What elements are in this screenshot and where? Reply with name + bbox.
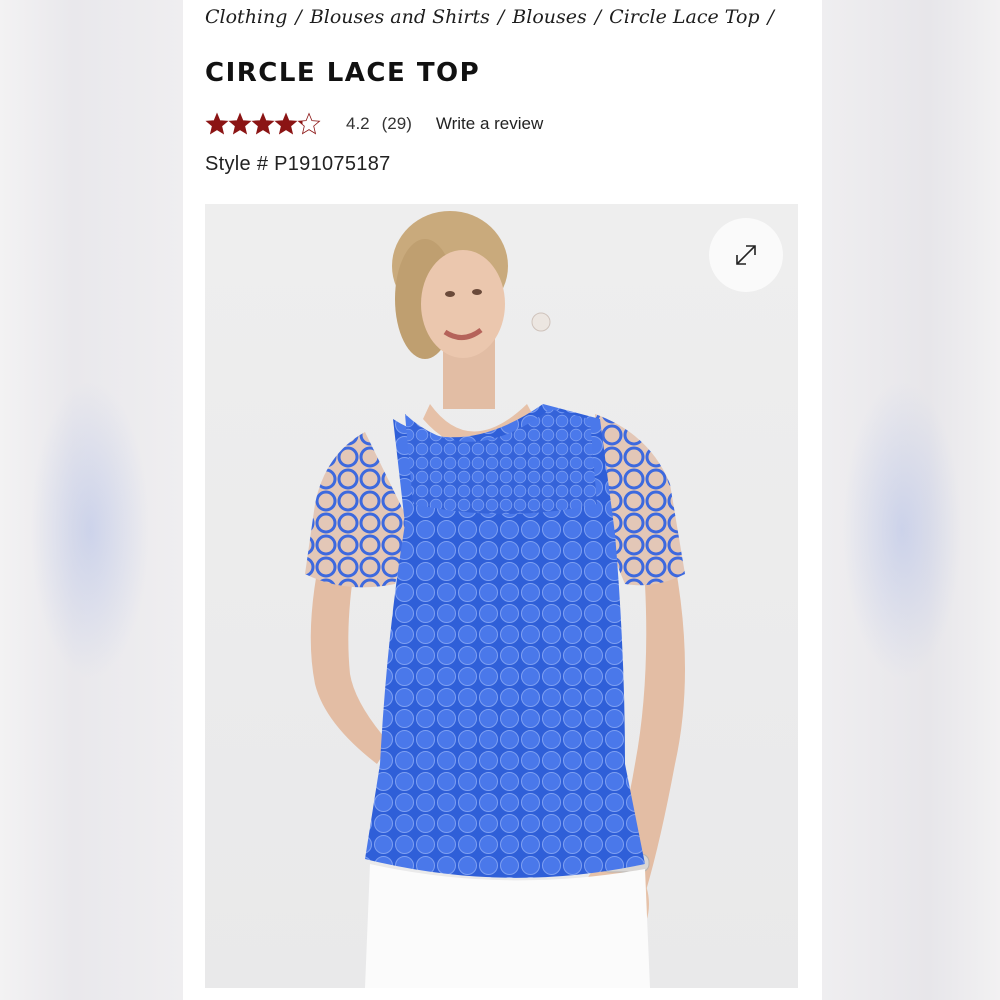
expand-image-button[interactable]: [709, 218, 783, 292]
background-blur-left: [0, 0, 183, 1000]
breadcrumb-separator: /: [594, 6, 602, 28]
breadcrumb: Clothing / Blouses and Shirts / Blouses / Circ…: [205, 6, 782, 28]
breadcrumb-separator: /: [295, 6, 302, 28]
product-title: CIRCLE LACE TOP: [205, 58, 481, 88]
star-icon: [297, 112, 321, 135]
breadcrumb-item-blouses[interactable]: Blouses: [512, 6, 586, 28]
breadcrumb-separator: /: [767, 6, 774, 28]
background-blur-right: [822, 0, 1000, 1000]
breadcrumb-item-clothing[interactable]: Clothing: [205, 6, 287, 28]
product-page: Clothing / Blouses and Shirts / Blouses / Circ…: [183, 0, 822, 1000]
model-photo-illustration: [305, 211, 685, 988]
star-rating[interactable]: [205, 112, 321, 136]
rating-value: 4.2: [346, 114, 370, 133]
product-image[interactable]: [205, 204, 798, 988]
star-icon: [251, 112, 275, 135]
star-icon: [205, 112, 229, 135]
review-count[interactable]: (29): [382, 114, 412, 134]
star-icon: [274, 112, 298, 135]
breadcrumb-item-blouses-and-shirts[interactable]: Blouses and Shirts: [310, 6, 490, 28]
rating-row: 4.2 (29) Write a review: [205, 109, 543, 139]
write-review-link[interactable]: Write a review: [436, 114, 543, 134]
expand-arrows-icon: [736, 245, 756, 265]
style-number: Style # P191075187: [205, 153, 391, 175]
star-icon: [228, 112, 252, 135]
breadcrumb-separator: /: [497, 6, 505, 28]
breadcrumb-item-current[interactable]: Circle Lace Top: [609, 6, 759, 28]
